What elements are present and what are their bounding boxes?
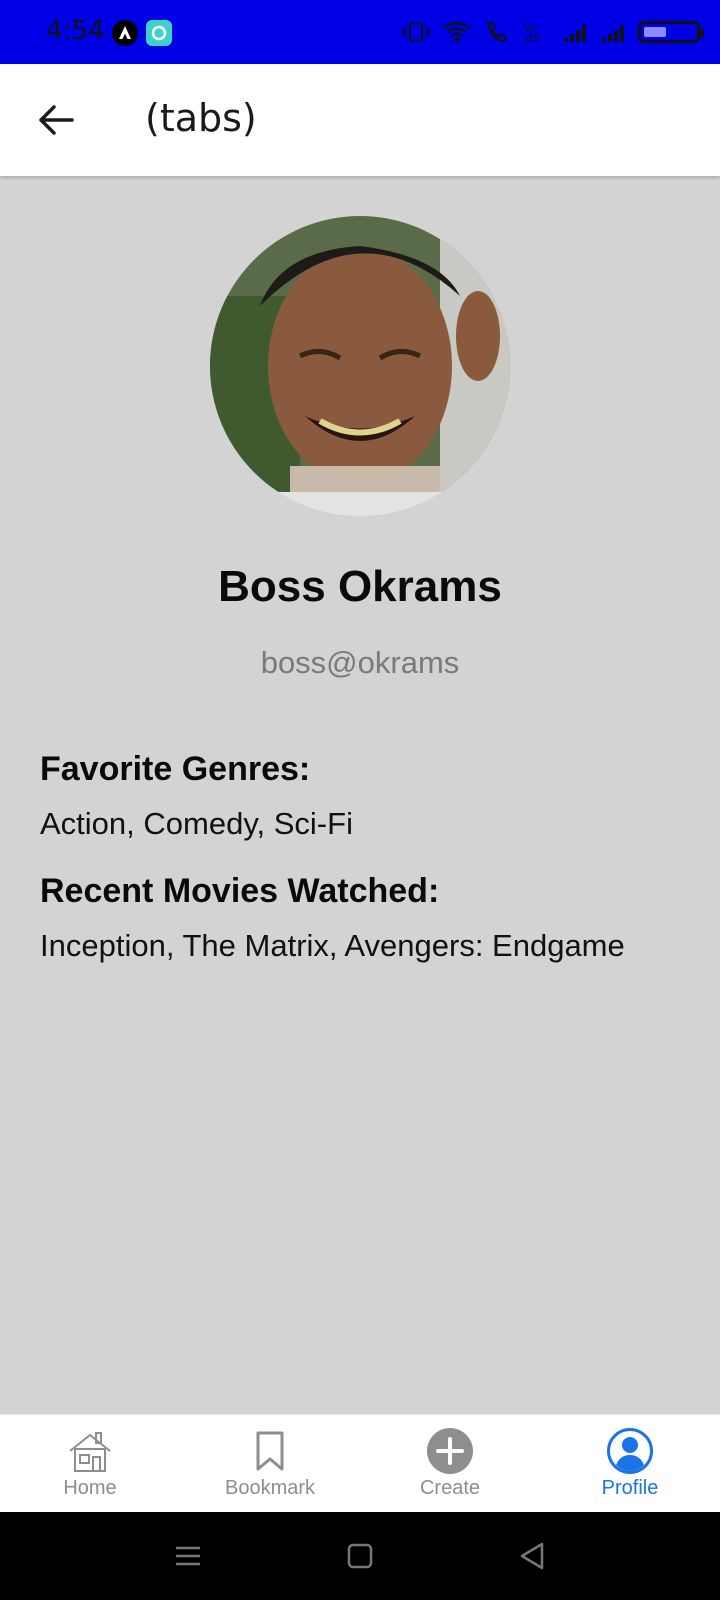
vibrate-icon [401,22,431,42]
tab-create-label: Create [419,1477,481,1499]
user-circle-icon [607,1428,653,1474]
tab-home[interactable]: Home [0,1415,180,1513]
profile-email: boss@okrams [260,645,460,680]
tab-bookmark-label: Bookmark [224,1477,316,1499]
arrow-left-icon [39,105,74,135]
system-navigation-bar [0,1512,720,1600]
profile-name: Boss Okrams [218,562,502,611]
recent-movies-label: Recent Movies Watched: [40,872,440,910]
volte-icon: Vo LTE [524,23,541,44]
bookmark-icon [256,1431,284,1471]
back-triangle-icon[interactable] [512,1536,552,1576]
screen: 4:54 Vo LTE (tabs) Boss Okrams boss@okra… [0,0,720,1600]
tab-create[interactable]: Create [360,1415,540,1513]
status-time: 4:54 [46,16,105,46]
battery-icon [638,21,704,43]
status-icons: Vo LTE [400,18,704,46]
app-notification-icon [112,20,138,46]
page-title: (tabs) [145,96,257,140]
menu-icon[interactable] [168,1536,208,1576]
plus-circle-icon [427,1428,473,1474]
signal-icon [564,25,586,42]
back-button[interactable] [34,98,78,142]
tab-profile[interactable]: Profile [540,1415,720,1513]
app-notification-icon [146,20,172,46]
signal-icon [602,25,624,42]
tab-profile-label: Profile [601,1477,659,1499]
home-icon [69,1432,111,1472]
favorite-genres-label: Favorite Genres: [40,750,311,788]
tab-bookmark[interactable]: Bookmark [180,1415,360,1513]
recent-movies-value: Inception, The Matrix, Avengers: Endgame [40,928,625,963]
status-bar: 4:54 Vo LTE [0,0,720,64]
call-icon [486,22,506,43]
svg-text:Vo: Vo [524,23,536,34]
home-square-icon[interactable] [340,1536,380,1576]
bottom-tab-bar: Home Bookmark Create Profile [0,1414,720,1513]
avatar [210,216,510,516]
svg-text:LTE: LTE [524,34,541,44]
tab-home-label: Home [63,1477,117,1499]
header: (tabs) [0,64,720,176]
favorite-genres-value: Action, Comedy, Sci-Fi [40,806,353,841]
wifi-icon [443,21,471,43]
